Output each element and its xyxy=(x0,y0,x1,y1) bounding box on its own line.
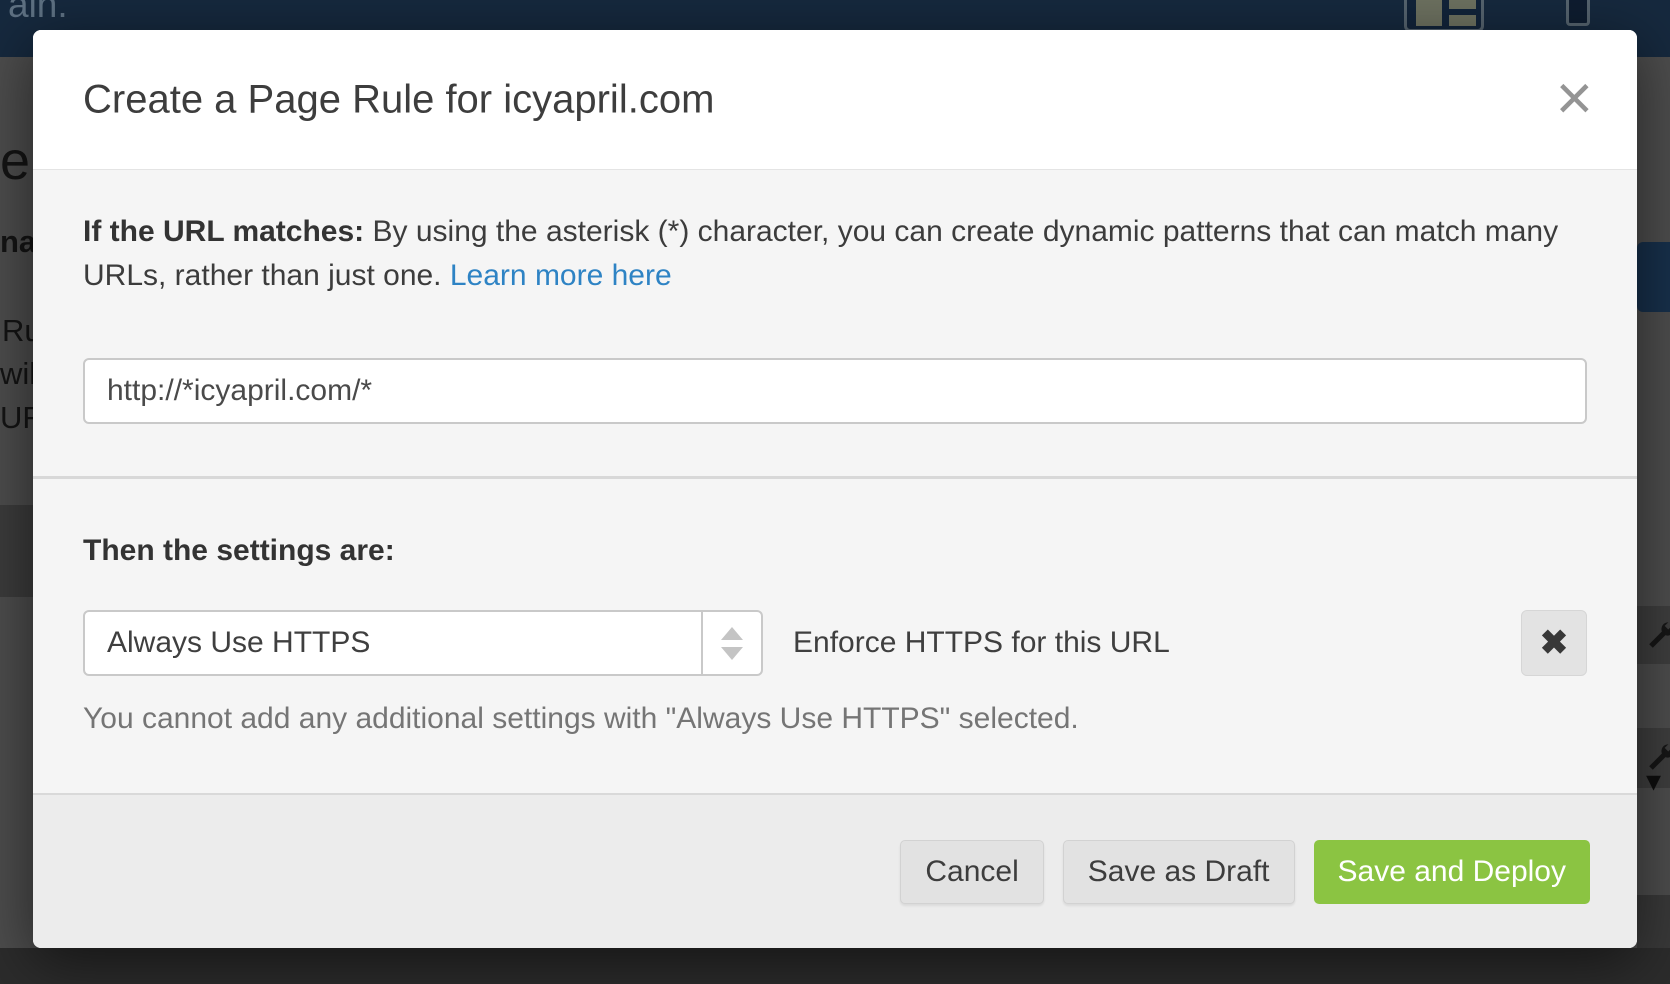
close-icon[interactable]: × xyxy=(1556,65,1593,129)
setting-helper-text: You cannot add any additional settings w… xyxy=(83,702,1587,736)
setting-select[interactable]: Always Use HTTPS xyxy=(83,610,763,676)
modal-header: Create a Page Rule for icyapril.com × xyxy=(33,30,1637,170)
learn-more-link[interactable]: Learn more here xyxy=(450,259,672,292)
background-bottom-strip xyxy=(0,948,1670,984)
arrow-up-icon xyxy=(721,627,743,640)
settings-heading: Then the settings are: xyxy=(83,534,1587,568)
create-page-rule-modal: Create a Page Rule for icyapril.com × If… xyxy=(33,30,1637,948)
background-list-row xyxy=(1637,606,1670,664)
arrow-down-icon xyxy=(721,647,743,660)
background-table-header-band xyxy=(0,505,33,597)
settings-section: Then the settings are: Always Use HTTPS … xyxy=(33,534,1637,736)
save-and-deploy-button[interactable]: Save and Deploy xyxy=(1314,840,1591,904)
url-match-section: If the URL matches: By using the asteris… xyxy=(33,170,1637,424)
partial-header-icon xyxy=(1566,0,1590,26)
background-clipped-domain-text: ain. xyxy=(8,0,68,26)
wrench-icon xyxy=(1646,618,1670,652)
background-text-fragment: e xyxy=(0,130,30,192)
url-match-lead: If the URL matches: xyxy=(83,215,364,248)
setting-select-value: Always Use HTTPS xyxy=(85,612,701,674)
remove-icon: ✖ xyxy=(1540,623,1569,663)
url-pattern-input[interactable] xyxy=(83,358,1587,424)
section-divider xyxy=(33,476,1637,479)
background-blue-button-fragment xyxy=(1637,242,1670,312)
url-match-description: If the URL matches: By using the asteris… xyxy=(83,210,1563,298)
background-dark-strip xyxy=(1637,895,1670,948)
modal-footer: Cancel Save as Draft Save and Deploy xyxy=(33,793,1637,948)
setting-row: Always Use HTTPS Enforce HTTPS for this … xyxy=(83,610,1587,676)
cancel-button[interactable]: Cancel xyxy=(900,840,1043,904)
remove-setting-button[interactable]: ✖ xyxy=(1521,610,1587,676)
chevron-down-icon: ▾ xyxy=(1646,764,1661,799)
setting-description: Enforce HTTPS for this URL xyxy=(793,626,1521,660)
save-as-draft-button[interactable]: Save as Draft xyxy=(1063,840,1295,904)
modal-title: Create a Page Rule for icyapril.com xyxy=(83,77,714,122)
layout-grid-icon xyxy=(1404,0,1484,32)
select-spinner-icon[interactable] xyxy=(701,612,761,674)
